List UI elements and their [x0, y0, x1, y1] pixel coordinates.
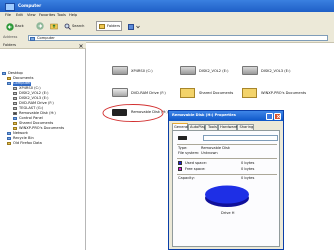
back-label: Back — [15, 23, 24, 28]
file-system-value: Unknown — [201, 151, 218, 155]
used-space-value: 0 bytes — [241, 160, 255, 165]
computer-icon — [30, 36, 35, 41]
tree-item-label: Old Firefox Data — [13, 141, 42, 145]
drive-icon — [13, 87, 17, 90]
address-value: Computer — [37, 35, 55, 40]
menu-tools[interactable]: Tools — [57, 13, 66, 18]
drive-icon — [13, 97, 17, 100]
folder-icon — [7, 142, 11, 145]
recycle-bin-icon — [7, 137, 11, 140]
properties-dialog: Removable Disk (H:) Properties General A… — [168, 110, 284, 250]
folders-icon — [99, 24, 105, 29]
drive-icon — [13, 92, 17, 95]
folder-item-label: WINXP-PRO's Documents — [261, 91, 307, 95]
divider — [177, 158, 277, 159]
drive-item-label: DVD-RAM Drive (F:) — [131, 91, 166, 95]
drive-icon — [13, 107, 17, 110]
menu-favorites[interactable]: Favorites — [39, 13, 55, 18]
hard-drive-icon — [112, 66, 128, 75]
dvd-drive-icon — [13, 102, 17, 105]
general-tab-panel: Type: Removable Disk File system: Unknow… — [172, 130, 280, 247]
used-space-label: Used space: — [185, 160, 207, 165]
drive-item-label: DISK2_VOL2 (E:) — [199, 69, 229, 73]
drive-name-input[interactable] — [203, 135, 278, 141]
tab-label: General — [174, 124, 189, 129]
views-button[interactable] — [126, 21, 140, 31]
drive-letter-label: Drive H — [221, 211, 235, 215]
menu-help[interactable]: Help — [69, 13, 77, 18]
menu-file[interactable]: File — [5, 13, 11, 18]
removable-disk-icon — [178, 136, 187, 140]
folders-pane-title: Folders — [3, 42, 16, 47]
file-system-label: File system: — [178, 151, 200, 155]
folder-item-label: Shared Documents — [199, 91, 234, 95]
control-panel-icon — [13, 117, 17, 120]
network-icon — [7, 132, 11, 135]
capacity-value: 0 bytes — [241, 176, 255, 180]
folder-icon — [13, 127, 17, 130]
up-folder-icon[interactable] — [50, 22, 58, 30]
address-input[interactable]: Computer — [28, 35, 328, 41]
window-icon — [5, 3, 15, 11]
window-title: Computer — [18, 3, 42, 8]
folders-label: Folders — [107, 23, 120, 28]
free-space-label: Free space: — [185, 166, 206, 171]
toolbar: Back Search Folders — [0, 19, 334, 34]
dialog-title-bar[interactable]: Removable Disk (H:) Properties — [169, 111, 283, 121]
search-button[interactable]: Search — [62, 21, 84, 31]
free-space-swatch — [178, 167, 182, 171]
chevron-down-icon — [136, 25, 140, 29]
divider — [177, 174, 277, 175]
disk-usage-pie — [205, 185, 249, 207]
menu-bar: File Edit View Favorites Tools Help — [0, 12, 334, 19]
computer-icon — [7, 82, 11, 85]
dvd-drive-icon — [112, 88, 128, 97]
used-space-swatch — [178, 161, 182, 165]
folder-icon — [7, 77, 11, 80]
dialog-title: Removable Disk (H:) Properties — [172, 113, 236, 117]
divider — [177, 144, 277, 145]
forward-arrow-icon[interactable] — [36, 22, 44, 30]
folders-button[interactable]: Folders — [96, 21, 122, 31]
folder-icon — [13, 122, 17, 125]
hard-drive-icon — [180, 66, 196, 75]
address-label: Address — [3, 34, 18, 39]
capacity-label: Capacity: — [178, 176, 195, 180]
back-arrow-icon — [6, 22, 14, 31]
hard-drive-icon — [242, 66, 258, 75]
close-icon[interactable] — [79, 43, 83, 48]
back-button[interactable]: Back — [4, 21, 30, 31]
desktop-icon — [2, 72, 6, 75]
search-icon — [64, 23, 71, 30]
pie-top — [205, 185, 249, 204]
help-button[interactable] — [266, 112, 273, 120]
drive-item-label: DISK2_VOL3 (E:) — [261, 69, 291, 73]
menu-view[interactable]: View — [27, 13, 36, 18]
tab-general[interactable]: General — [172, 123, 188, 130]
drive-item-label: XP4RS0 (C:) — [131, 69, 153, 73]
removable-disk-icon — [13, 112, 17, 115]
views-icon — [128, 23, 134, 30]
free-space-value: 0 bytes — [241, 166, 255, 171]
search-label: Search — [72, 23, 85, 28]
folder-icon — [242, 88, 257, 98]
menu-edit[interactable]: Edit — [16, 13, 23, 18]
close-icon — [276, 114, 280, 119]
highlight-circle — [102, 104, 164, 122]
window-title-bar[interactable]: Computer — [0, 0, 334, 12]
folders-pane-header: Folders — [0, 42, 86, 49]
close-button[interactable] — [274, 112, 281, 120]
folder-icon — [180, 88, 195, 98]
